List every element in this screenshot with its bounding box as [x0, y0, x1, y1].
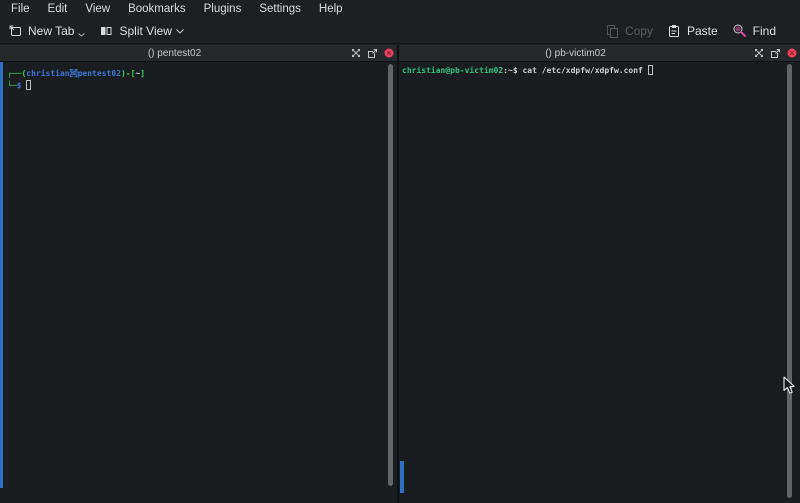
menu-bar: File Edit View Bookmarks Plugins Setting…: [0, 0, 800, 18]
terminal-output: ┌──(christian㉏pentest02)-[~] └─$: [7, 68, 145, 92]
right-pane-titlebar[interactable]: () pb-victim02: [399, 45, 800, 61]
prompt-user-host: christian㉏pentest02: [26, 69, 121, 78]
typed-command: cat /etc/xdpfw/xdpfw.conf: [522, 66, 642, 75]
terminal-pane-pb-victim02[interactable]: christian@pb-victim02:~$ cat /etc/xdpfw/…: [399, 62, 800, 503]
maximize-view-icon[interactable]: [754, 48, 764, 58]
paste-icon: [667, 24, 681, 38]
paste-button[interactable]: Paste: [667, 24, 718, 38]
menu-bookmarks[interactable]: Bookmarks: [119, 0, 195, 18]
right-pane-title: () pb-victim02: [545, 48, 654, 59]
chevron-down-icon: [176, 29, 184, 34]
toolbar: New Tab Split View: [0, 18, 800, 44]
split-view-label: Split View: [119, 24, 171, 38]
terminal-cursor: [26, 80, 31, 90]
left-pane-title-icons: [351, 45, 394, 61]
prompt-line-2: └─$: [7, 80, 145, 92]
search-icon: [732, 23, 747, 38]
prompt-symbol: $: [17, 81, 22, 90]
right-pane-title-icons: [754, 45, 797, 61]
menu-file[interactable]: File: [2, 0, 39, 18]
scroll-highlight-bar: [0, 62, 3, 488]
terminal-output: christian@pb-victim02:~$ cat /etc/xdpfw/…: [402, 65, 653, 77]
copy-icon: [605, 24, 619, 38]
prompt-frame: └─: [7, 81, 17, 90]
left-pane-titlebar[interactable]: () pentest02: [0, 45, 397, 61]
prompt-frame: ]: [140, 69, 145, 78]
left-pane-title: () pentest02: [148, 48, 249, 59]
prompt-frame: ┌──(: [7, 69, 26, 78]
tab-new-icon: [8, 24, 22, 38]
copy-label: Copy: [625, 24, 653, 38]
split-view-button[interactable]: Split View: [99, 24, 183, 38]
prompt-frame: )-[: [121, 69, 135, 78]
scroll-highlight-bar: [400, 461, 404, 493]
close-icon[interactable]: [787, 48, 797, 58]
menu-plugins[interactable]: Plugins: [195, 0, 251, 18]
split-view-icon: [99, 24, 113, 38]
scrollbar[interactable]: [388, 64, 393, 486]
new-tab-label: New Tab: [28, 24, 74, 38]
toolbar-left-group: New Tab Split View: [8, 24, 184, 38]
close-icon[interactable]: [384, 48, 394, 58]
detach-view-icon[interactable]: [770, 48, 781, 59]
detach-view-icon[interactable]: [367, 48, 378, 59]
prompt-line: christian@pb-victim02:~$ cat /etc/xdpfw/…: [402, 65, 653, 77]
new-tab-button[interactable]: New Tab: [8, 24, 85, 38]
konsole-window: File Edit View Bookmarks Plugins Setting…: [0, 0, 800, 503]
maximize-view-icon[interactable]: [351, 48, 361, 58]
menu-edit[interactable]: Edit: [39, 0, 77, 18]
prompt-line-1: ┌──(christian㉏pentest02)-[~]: [7, 68, 145, 80]
copy-button[interactable]: Copy: [605, 24, 653, 38]
chevron-down-icon: [78, 33, 85, 37]
terminal-pane-pentest02[interactable]: ┌──(christian㉏pentest02)-[~] └─$: [0, 62, 397, 503]
scrollbar[interactable]: [787, 64, 792, 498]
mouse-cursor: [783, 376, 797, 400]
terminal-cursor: [648, 65, 653, 75]
toolbar-right-group: Copy Paste: [605, 23, 776, 38]
menu-view[interactable]: View: [76, 0, 119, 18]
paste-label: Paste: [687, 24, 718, 38]
find-button[interactable]: Find: [732, 23, 776, 38]
menu-settings[interactable]: Settings: [250, 0, 310, 18]
menu-help[interactable]: Help: [310, 0, 352, 18]
prompt-user-host: christian@pb-victim02: [402, 66, 503, 75]
find-label: Find: [753, 24, 776, 38]
prompt-symbol: $: [513, 66, 523, 75]
